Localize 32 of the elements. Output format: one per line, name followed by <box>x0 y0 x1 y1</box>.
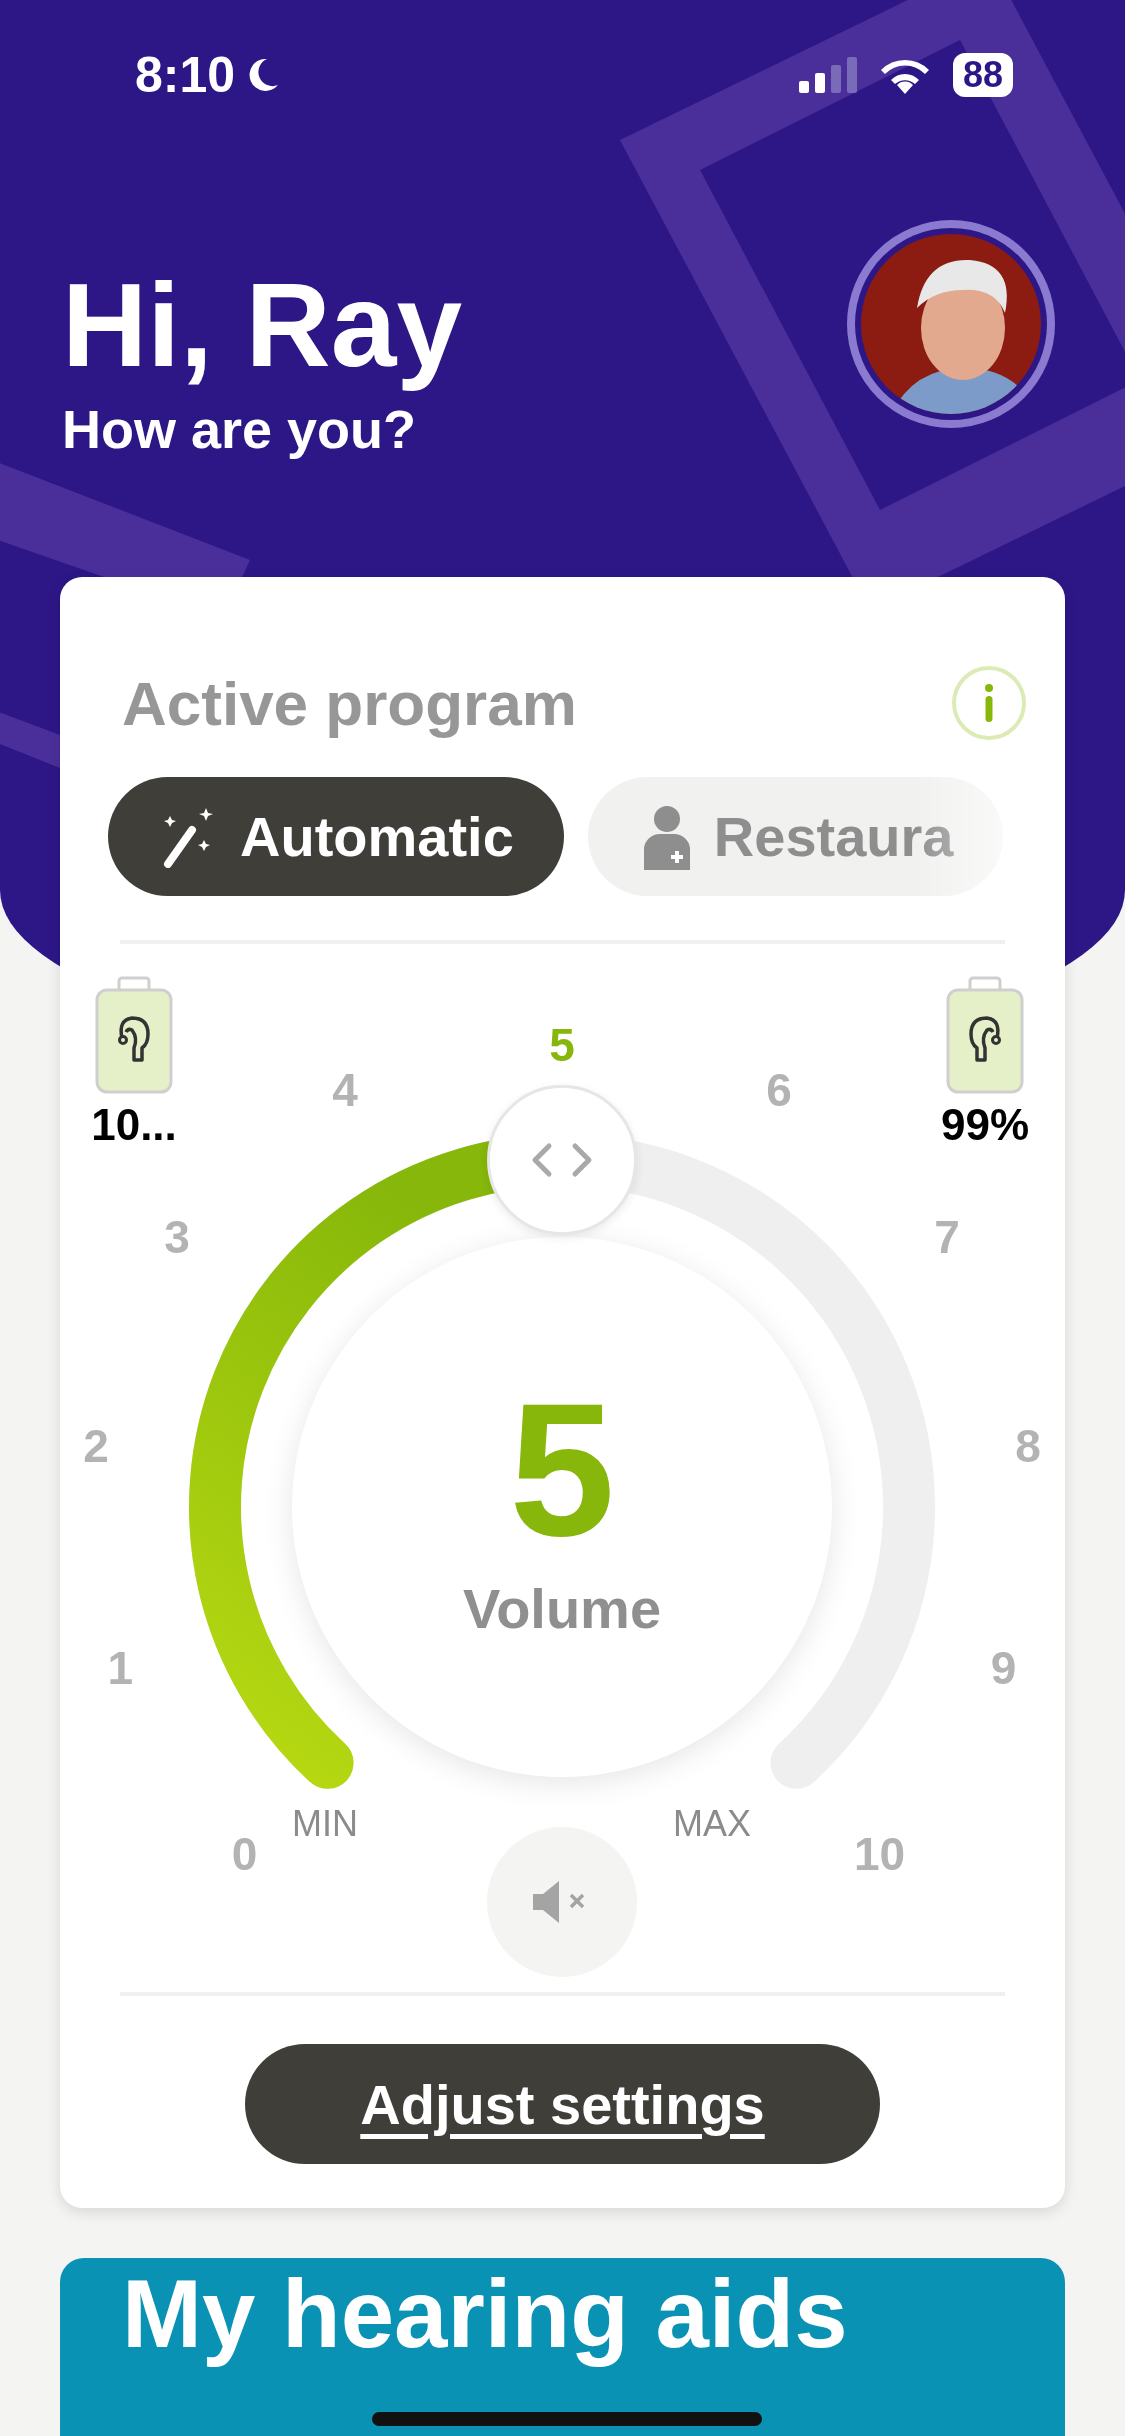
scale-label[interactable]: 2 <box>83 1418 109 1473</box>
scale-label[interactable]: 8 <box>1015 1418 1041 1473</box>
scale-label[interactable]: 6 <box>766 1063 792 1118</box>
program-chip[interactable]: Automatic <box>108 777 564 896</box>
battery-indicator: 88 <box>952 53 1013 97</box>
status-time: 8:10 <box>135 46 282 104</box>
info-icon[interactable] <box>951 665 1027 741</box>
greeting-subtitle: How are you? <box>62 397 418 460</box>
card-title: My hearing aids <box>122 2259 848 2369</box>
scale-label[interactable]: 10 <box>853 1826 906 1881</box>
scale-label[interactable]: 9 <box>990 1640 1017 1695</box>
hearing-aid-battery-icon <box>94 976 174 1094</box>
person-icon <box>641 803 692 870</box>
scale-label[interactable]: 0 <box>231 1826 258 1881</box>
program-chip[interactable]: Restaura <box>587 777 1004 896</box>
card-title: Active program <box>122 667 577 739</box>
scale-label[interactable]: 3 <box>164 1210 190 1265</box>
scale-label[interactable]: 4 <box>332 1063 358 1118</box>
max-label: MAX <box>673 1803 751 1845</box>
volume-label: Volume <box>462 1575 662 1641</box>
hearing-aid-battery: 10... <box>91 1100 177 1150</box>
scale-label[interactable]: 7 <box>934 1210 960 1265</box>
scale-label[interactable]: 5 <box>549 1018 575 1072</box>
hearing-aid-battery-icon <box>945 976 1025 1094</box>
signal-icon <box>798 57 857 93</box>
greeting-title: Hi, Ray <box>62 258 463 393</box>
volume-value: 5 <box>509 1373 615 1564</box>
min-label: MIN <box>292 1803 358 1845</box>
hearing-aids-card[interactable]: My hearing aids <box>60 2258 1065 2436</box>
scale-label[interactable]: 1 <box>107 1640 134 1695</box>
adjust-settings-button[interactable]: Adjust settings <box>245 2044 880 2164</box>
hearing-aid-battery: 99% <box>940 1100 1030 1150</box>
